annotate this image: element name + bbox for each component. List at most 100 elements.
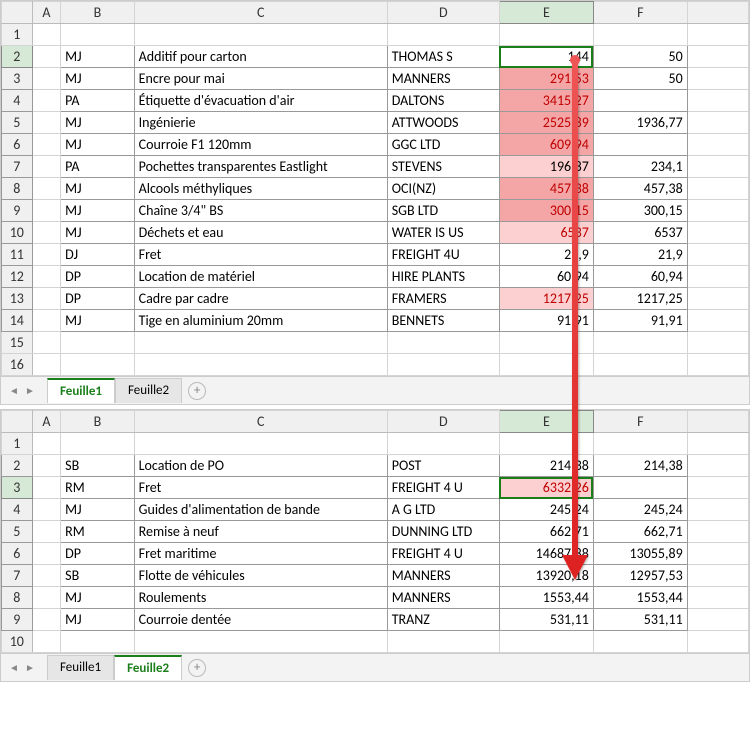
cell[interactable] xyxy=(687,609,748,631)
row-header[interactable]: 4 xyxy=(2,90,33,112)
row-header[interactable]: 5 xyxy=(2,112,33,134)
cell[interactable] xyxy=(32,24,61,46)
cell[interactable]: 21,9 xyxy=(499,244,593,266)
row-header[interactable]: 2 xyxy=(2,46,33,68)
cell[interactable]: PA xyxy=(61,156,134,178)
sheet-tab[interactable]: Feuille1 xyxy=(47,655,114,680)
cell[interactable]: FREIGHT 4U xyxy=(387,244,499,266)
col-header-D[interactable]: D xyxy=(387,2,499,24)
row-header[interactable]: 13 xyxy=(2,288,33,310)
cell[interactable]: POST xyxy=(387,455,499,477)
cell[interactable] xyxy=(387,24,499,46)
cell[interactable]: PA xyxy=(61,90,134,112)
cell[interactable]: Courroie dentée xyxy=(134,609,387,631)
cell[interactable]: MJ xyxy=(61,587,134,609)
row-header[interactable]: 16 xyxy=(2,354,33,376)
table-row[interactable]: 9MJChaîne 3/4" BSSGB LTD300,15300,15 xyxy=(2,200,749,222)
cell[interactable]: 6537 xyxy=(499,222,593,244)
cell[interactable]: ATTWOODS xyxy=(387,112,499,134)
cell[interactable]: Tige en aluminium 20mm xyxy=(134,310,387,332)
table-row[interactable]: 16 xyxy=(2,354,749,376)
cell[interactable]: DJ xyxy=(61,244,134,266)
row-header[interactable]: 6 xyxy=(2,134,33,156)
table-row[interactable]: 8MJAlcools méthyliquesOCI(NZ)457,38457,3… xyxy=(2,178,749,200)
cell[interactable] xyxy=(32,433,61,455)
cell[interactable] xyxy=(687,433,748,455)
cell[interactable] xyxy=(61,631,134,653)
row-header[interactable]: 8 xyxy=(2,587,33,609)
table-row[interactable]: 7SBFlotte de véhiculesMANNERS13920,18129… xyxy=(2,565,749,587)
cell[interactable] xyxy=(32,587,61,609)
cell[interactable] xyxy=(387,631,499,653)
cell[interactable]: 245,24 xyxy=(593,499,687,521)
table-row[interactable]: 10MJDéchets et eauWATER IS US65376537 xyxy=(2,222,749,244)
cell[interactable] xyxy=(32,178,61,200)
col-header-extra[interactable] xyxy=(687,2,748,24)
cell[interactable]: 2525,89 xyxy=(499,112,593,134)
cell[interactable] xyxy=(687,631,748,653)
cell[interactable]: 144 xyxy=(499,46,593,68)
select-all-corner[interactable] xyxy=(2,2,33,24)
table-row[interactable]: 8MJRoulementsMANNERS1553,441553,44 xyxy=(2,587,749,609)
cell[interactable] xyxy=(687,200,748,222)
cell[interactable]: Additif pour carton xyxy=(134,46,387,68)
cell[interactable] xyxy=(687,565,748,587)
cell[interactable]: BENNETS xyxy=(387,310,499,332)
cell[interactable]: MJ xyxy=(61,178,134,200)
cell[interactable]: 196,87 xyxy=(499,156,593,178)
row-header[interactable]: 7 xyxy=(2,156,33,178)
cell[interactable]: SGB LTD xyxy=(387,200,499,222)
cell[interactable] xyxy=(61,433,134,455)
row-header[interactable]: 3 xyxy=(2,477,33,499)
row-header[interactable]: 1 xyxy=(2,24,33,46)
select-all-corner[interactable] xyxy=(2,411,33,433)
cell[interactable] xyxy=(593,332,687,354)
cell[interactable]: Ingénierie xyxy=(134,112,387,134)
cell[interactable]: Chaîne 3/4" BS xyxy=(134,200,387,222)
cell[interactable]: 50 xyxy=(593,68,687,90)
cell[interactable]: 1217,25 xyxy=(593,288,687,310)
cell[interactable] xyxy=(61,332,134,354)
cell[interactable]: Alcools méthyliques xyxy=(134,178,387,200)
cell[interactable] xyxy=(687,521,748,543)
table-row[interactable]: 5RMRemise à neufDUNNING LTD662,71662,71 xyxy=(2,521,749,543)
cell[interactable] xyxy=(499,433,593,455)
table-row[interactable]: 5MJIngénierieATTWOODS2525,891936,77 xyxy=(2,112,749,134)
cell[interactable]: 457,38 xyxy=(499,178,593,200)
row-header[interactable]: 2 xyxy=(2,455,33,477)
cell[interactable] xyxy=(32,156,61,178)
cell[interactable]: THOMAS S xyxy=(387,46,499,68)
cell[interactable]: HIRE PLANTS xyxy=(387,266,499,288)
row-header[interactable]: 10 xyxy=(2,631,33,653)
row-header[interactable]: 9 xyxy=(2,200,33,222)
row-header[interactable]: 3 xyxy=(2,68,33,90)
tab-nav-prev-icon[interactable]: ◄ xyxy=(7,661,21,675)
row-header[interactable]: 4 xyxy=(2,499,33,521)
cell[interactable]: RM xyxy=(61,521,134,543)
cell[interactable]: MJ xyxy=(61,499,134,521)
cell[interactable]: 6537 xyxy=(593,222,687,244)
cell[interactable]: 21,9 xyxy=(593,244,687,266)
cell[interactable]: 1553,44 xyxy=(593,587,687,609)
col-header-B[interactable]: B xyxy=(61,2,134,24)
cell[interactable]: MJ xyxy=(61,310,134,332)
cell[interactable] xyxy=(687,112,748,134)
cell[interactable]: 12957,53 xyxy=(593,565,687,587)
cell[interactable]: A G LTD xyxy=(387,499,499,521)
table-row[interactable]: 3RMFretFREIGHT 4 U6332,26 xyxy=(2,477,749,499)
row-header[interactable]: 8 xyxy=(2,178,33,200)
cell[interactable] xyxy=(499,354,593,376)
sheet-tab[interactable]: Feuille1 xyxy=(47,378,115,403)
table-row[interactable]: 15 xyxy=(2,332,749,354)
cell[interactable] xyxy=(593,134,687,156)
cell[interactable] xyxy=(32,200,61,222)
row-header[interactable]: 10 xyxy=(2,222,33,244)
cell[interactable]: MJ xyxy=(61,112,134,134)
cell[interactable]: 91,91 xyxy=(499,310,593,332)
col-header-E[interactable]: E xyxy=(499,411,593,433)
cell[interactable]: DUNNING LTD xyxy=(387,521,499,543)
cell[interactable]: TRANZ xyxy=(387,609,499,631)
cell[interactable]: DP xyxy=(61,266,134,288)
cell[interactable]: MJ xyxy=(61,200,134,222)
cell[interactable] xyxy=(32,609,61,631)
